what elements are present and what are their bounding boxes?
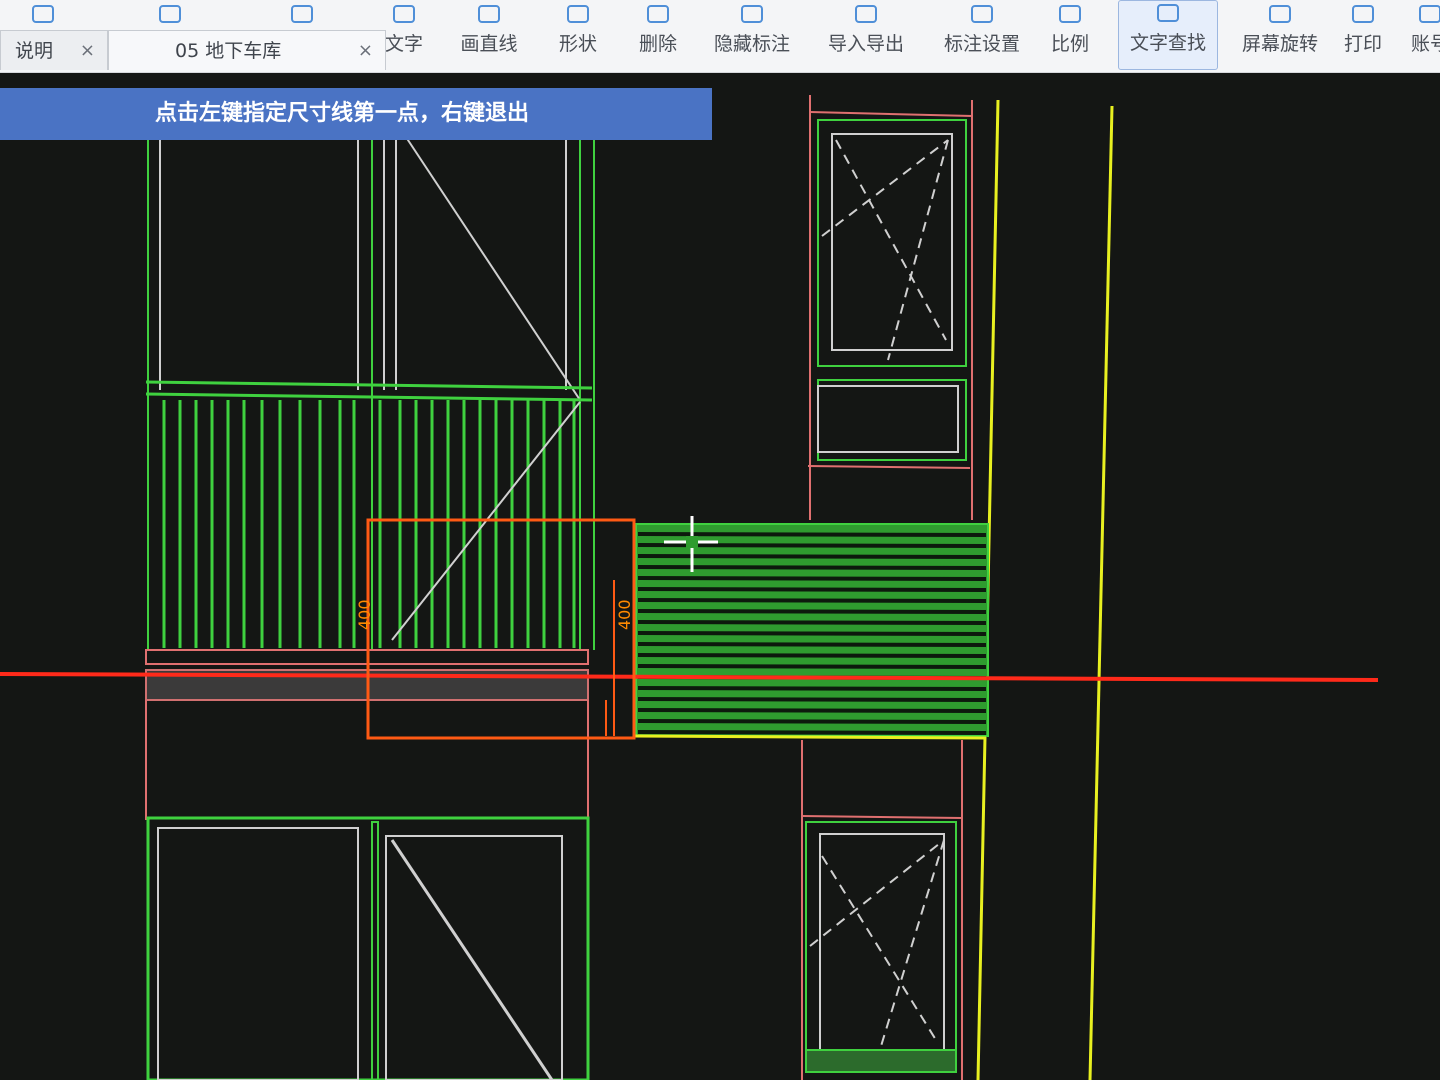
screen-rotate-icon bbox=[1267, 3, 1293, 25]
toolbar-item-14[interactable]: 账号 bbox=[1410, 0, 1440, 70]
line-icon bbox=[476, 3, 502, 25]
toolbar-item-label: 文字查找 bbox=[1129, 32, 1206, 54]
dimension-text-right: 400 bbox=[615, 599, 634, 630]
toolbar-item-9[interactable]: 标注设置 bbox=[934, 0, 1030, 70]
hatch-line bbox=[637, 554, 987, 559]
left-lower-doors bbox=[146, 816, 590, 1080]
import-export-icon bbox=[853, 3, 879, 25]
cad-drawing-canvas[interactable]: 400 400 bbox=[0, 0, 1440, 1080]
toolbar-item-10[interactable]: 比例 bbox=[1044, 0, 1096, 70]
compare-icon bbox=[30, 3, 56, 25]
hatch-line bbox=[637, 719, 987, 724]
axis-lines bbox=[976, 99, 1114, 1080]
toolbar-item-label: 比例 bbox=[1050, 33, 1089, 55]
hatch-line bbox=[637, 653, 987, 658]
hatch-line bbox=[637, 565, 987, 570]
hatch-line bbox=[637, 642, 987, 647]
toolbar-item-label: 打印 bbox=[1343, 33, 1382, 55]
toolbar-item-label: 导入导出 bbox=[827, 33, 904, 55]
dimension-text-left: 400 bbox=[355, 599, 374, 630]
text-search-icon bbox=[1155, 2, 1181, 24]
hide-annotation-icon bbox=[739, 3, 765, 25]
scale-icon bbox=[1057, 3, 1083, 25]
tab-basement-garage[interactable]: 05 地下车库 × bbox=[108, 30, 386, 70]
toolbar-item-13[interactable]: 打印 bbox=[1336, 0, 1390, 70]
hatch-line bbox=[637, 631, 987, 636]
toolbar-item-label: 删除 bbox=[638, 33, 677, 55]
hatch-line bbox=[637, 697, 987, 702]
close-icon[interactable]: × bbox=[80, 31, 95, 71]
toolbar-item-4[interactable]: 画直线 bbox=[452, 0, 526, 70]
hatch-line bbox=[637, 620, 987, 625]
tab-instructions[interactable]: 说明 × bbox=[0, 30, 108, 70]
toolbar-item-8[interactable]: 导入导出 bbox=[818, 0, 914, 70]
toolbar-item-12[interactable]: 屏幕旋转 bbox=[1232, 0, 1328, 70]
toolbar-item-label: 形状 bbox=[558, 33, 597, 55]
toolbar-item-7[interactable]: 隐藏标注 bbox=[704, 0, 800, 70]
toolbar-item-11[interactable]: 文字查找 bbox=[1118, 0, 1218, 70]
assistant-icon bbox=[157, 3, 183, 25]
hatch-line bbox=[637, 576, 987, 581]
toolbar-item-6[interactable]: 删除 bbox=[630, 0, 686, 70]
toolbar-item-label: 隐藏标注 bbox=[713, 33, 790, 55]
hatched-slab[interactable] bbox=[633, 523, 989, 740]
toolbar-item-label: 标注设置 bbox=[943, 33, 1020, 55]
hatch-line bbox=[637, 664, 987, 669]
hatch-line bbox=[637, 708, 987, 713]
toolbar-item-label: 画直线 bbox=[460, 33, 518, 55]
hatch-line bbox=[637, 609, 987, 614]
hatch-line bbox=[637, 532, 987, 537]
text-icon bbox=[391, 3, 417, 25]
print-icon bbox=[1350, 3, 1376, 25]
hatch-line bbox=[637, 587, 987, 592]
toolbar-item-label: 账号 bbox=[1410, 33, 1440, 55]
toolbar-item-5[interactable]: 形状 bbox=[550, 0, 606, 70]
close-icon[interactable]: × bbox=[358, 31, 373, 71]
command-hint-banner: 点击左键指定尺寸线第一点，右键退出 bbox=[0, 88, 712, 140]
hatch-line bbox=[637, 730, 987, 735]
tab-label: 05 地下车库 bbox=[175, 40, 282, 62]
toolbar-item-label: 屏幕旋转 bbox=[1241, 33, 1318, 55]
hatch-line bbox=[637, 686, 987, 691]
delete-icon bbox=[645, 3, 671, 25]
tab-label: 说明 bbox=[15, 40, 54, 62]
shape-icon bbox=[565, 3, 591, 25]
account-icon bbox=[1417, 3, 1440, 25]
hatch-line bbox=[637, 598, 987, 603]
toolbar-item-label: 文字 bbox=[384, 33, 423, 55]
annotation-settings-icon bbox=[969, 3, 995, 25]
shape-recognition-icon bbox=[289, 3, 315, 25]
